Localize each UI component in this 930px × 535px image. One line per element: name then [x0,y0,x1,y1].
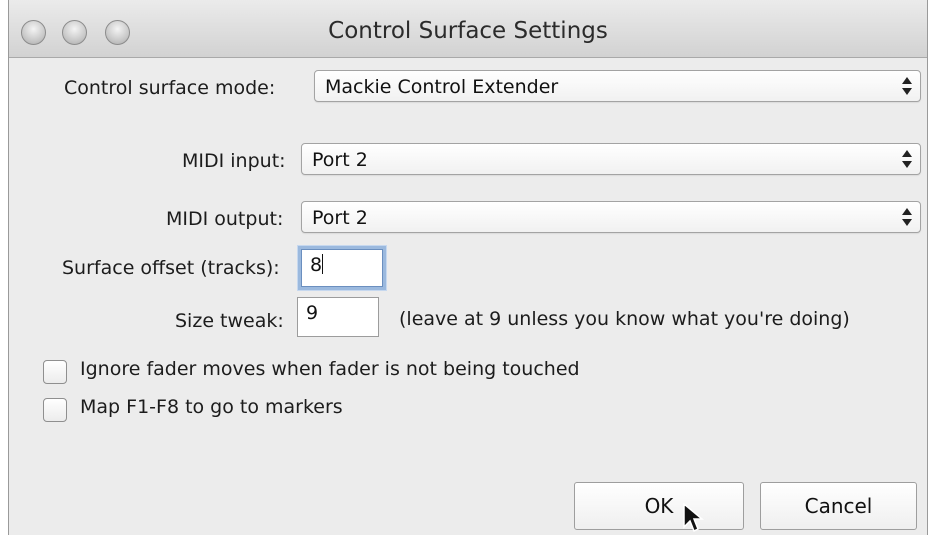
midi-output-label: MIDI output: [166,208,284,230]
map-f1-f8-checkbox[interactable] [43,398,67,422]
size-tweak-label: Size tweak: [175,310,284,332]
map-f1-f8-label: Map F1-F8 to go to markers [80,396,343,418]
select-stepper-icon [900,205,914,229]
size-tweak-value: 9 [306,302,319,324]
ignore-fader-checkbox[interactable] [43,360,67,384]
size-tweak-hint: (leave at 9 unless you know what you're … [399,308,850,330]
ok-button[interactable]: OK [574,482,744,530]
title-bar: Control Surface Settings [9,0,927,58]
surface-offset-label: Surface offset (tracks): [62,257,280,279]
midi-input-select[interactable]: Port 2 [301,143,921,175]
size-tweak-input[interactable]: 9 [297,297,379,337]
select-stepper-icon [900,74,914,98]
midi-output-value: Port 2 [312,207,368,229]
control-surface-mode-value: Mackie Control Extender [325,76,559,98]
select-stepper-icon [900,147,914,171]
surface-offset-input[interactable]: 8 [301,249,383,287]
midi-input-value: Port 2 [312,149,368,171]
ignore-fader-label: Ignore fader moves when fader is not bei… [80,358,580,380]
control-surface-mode-select[interactable]: Mackie Control Extender [314,70,921,102]
mouse-pointer-icon [683,503,705,533]
surface-offset-value: 8 [310,254,323,276]
text-caret [322,254,324,274]
window-title: Control Surface Settings [328,18,608,44]
midi-output-select[interactable]: Port 2 [301,201,921,233]
cancel-button[interactable]: Cancel [760,482,917,530]
control-surface-mode-label: Control surface mode: [64,77,276,99]
midi-input-label: MIDI input: [182,150,286,172]
control-surface-settings-dialog: Control Surface Settings Control surface… [8,0,928,535]
